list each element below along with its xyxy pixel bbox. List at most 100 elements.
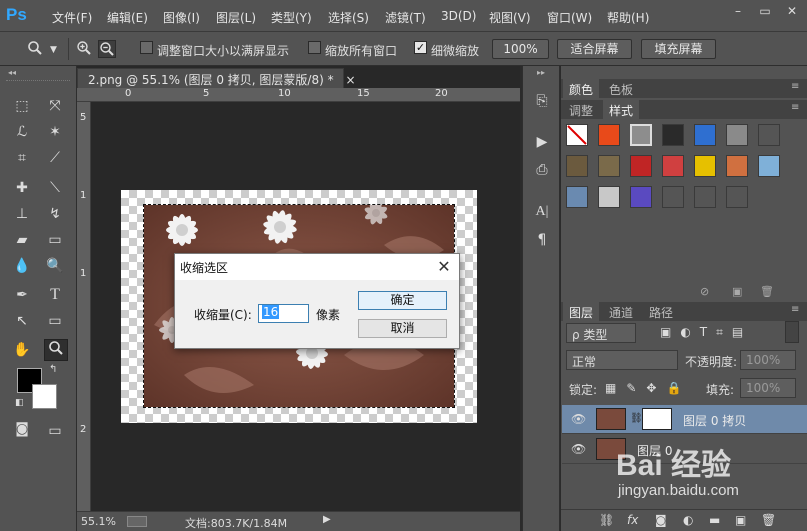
layer-kind-filter[interactable]: ρ 类型 bbox=[566, 323, 636, 343]
document-tab[interactable]: 2.png @ 55.1% (图层 0 拷贝, 图层蒙版/8) * × bbox=[77, 68, 356, 88]
style-swatch[interactable] bbox=[726, 186, 748, 208]
zoom-100-button[interactable]: 100% bbox=[492, 39, 549, 59]
ok-button[interactable]: 确定 bbox=[358, 291, 447, 310]
eyedropper-tool-icon[interactable]: ⟋ bbox=[45, 148, 65, 168]
status-preview-icon[interactable] bbox=[127, 516, 147, 527]
menu-3d[interactable]: 3D(D) bbox=[441, 9, 476, 23]
gradient-tool-icon[interactable]: ▭ bbox=[45, 230, 65, 250]
style-swatch[interactable] bbox=[630, 124, 652, 146]
collapse-panel-icon[interactable]: ◂◂ bbox=[8, 68, 16, 77]
menu-window[interactable]: 窗口(W) bbox=[547, 9, 592, 26]
fill-input[interactable]: 100% bbox=[740, 378, 796, 398]
move-tool-icon[interactable]: ⤧ bbox=[45, 96, 65, 116]
clear-style-icon[interactable]: ⊘ bbox=[700, 285, 709, 298]
style-swatch[interactable] bbox=[758, 124, 780, 146]
blend-mode-select[interactable]: 正常 bbox=[566, 350, 678, 370]
close-document-icon[interactable]: × bbox=[345, 73, 355, 87]
layer-name[interactable]: 图层 0 拷贝 bbox=[683, 412, 746, 429]
zoom-in-icon[interactable] bbox=[75, 40, 93, 58]
healing-brush-tool-icon[interactable]: ✚ bbox=[12, 178, 32, 198]
menu-filter[interactable]: 滤镜(T) bbox=[385, 9, 426, 26]
clone-stamp-tool-icon[interactable]: ⊥ bbox=[12, 204, 32, 224]
style-swatch[interactable] bbox=[662, 186, 684, 208]
menu-file[interactable]: 文件(F) bbox=[52, 9, 92, 26]
panel-menu-icon[interactable]: ≡ bbox=[791, 81, 799, 92]
tab-color[interactable]: 颜色 bbox=[563, 79, 600, 98]
panel-menu-icon[interactable]: ≡ bbox=[791, 102, 799, 113]
layer-name[interactable]: 图层 0 bbox=[637, 442, 672, 459]
style-swatch[interactable] bbox=[566, 186, 588, 208]
history-brush-tool-icon[interactable]: ↯ bbox=[45, 204, 65, 224]
hand-tool-icon[interactable]: ✋ bbox=[12, 340, 32, 360]
menu-image[interactable]: 图像(I) bbox=[163, 9, 200, 26]
actions-panel-icon[interactable]: ▶ bbox=[531, 132, 553, 152]
delete-layer-icon[interactable]: 🗑 bbox=[761, 513, 776, 527]
tab-adjustments[interactable]: 调整 bbox=[563, 100, 599, 119]
lock-icons[interactable]: ▦✎✥🔒 bbox=[605, 381, 691, 395]
minimize-button[interactable]: – bbox=[725, 0, 751, 22]
status-menu-arrow-icon[interactable]: ▶ bbox=[323, 514, 331, 525]
eraser-tool-icon[interactable]: ▰ bbox=[12, 230, 32, 250]
add-mask-icon[interactable]: ◙ bbox=[655, 513, 667, 527]
blur-tool-icon[interactable]: 💧 bbox=[12, 256, 32, 276]
background-color-swatch[interactable] bbox=[32, 384, 57, 409]
visibility-eye-icon[interactable]: 👁 bbox=[571, 412, 586, 426]
quick-mask-icon[interactable]: ◙ bbox=[12, 419, 32, 439]
filter-toggle[interactable] bbox=[785, 321, 799, 343]
new-layer-icon[interactable]: ▣ bbox=[735, 513, 746, 527]
new-group-icon[interactable]: ▬ bbox=[709, 513, 720, 527]
crop-tool-icon[interactable]: ⌗ bbox=[12, 148, 32, 168]
tab-styles[interactable]: 样式 bbox=[603, 100, 640, 119]
close-window-button[interactable]: ✕ bbox=[779, 0, 805, 22]
zoom-out-icon[interactable] bbox=[98, 40, 116, 58]
zoom-level[interactable]: 55.1% bbox=[81, 515, 116, 528]
rectangle-tool-icon[interactable]: ▭ bbox=[45, 311, 65, 331]
swap-colors-icon[interactable]: ↰ bbox=[49, 364, 57, 375]
lasso-tool-icon[interactable]: ℒ bbox=[12, 122, 32, 142]
style-swatch[interactable] bbox=[694, 124, 716, 146]
layer-style-icon[interactable]: fx bbox=[627, 513, 638, 527]
type-tool-icon[interactable]: T bbox=[45, 285, 65, 305]
menu-layer[interactable]: 图层(L) bbox=[216, 9, 256, 26]
magic-wand-tool-icon[interactable]: ✶ bbox=[45, 122, 65, 142]
style-swatch[interactable] bbox=[662, 155, 684, 177]
layer-row[interactable]: 👁 图层 0 bbox=[562, 435, 807, 464]
style-swatch[interactable] bbox=[598, 155, 620, 177]
dialog-close-icon[interactable]: ✕ bbox=[433, 256, 455, 278]
layer-mask-thumbnail[interactable] bbox=[642, 408, 672, 430]
restore-button[interactable]: ▭ bbox=[752, 0, 778, 22]
layer-row-selected[interactable]: 👁 ⛓ 图层 0 拷贝 bbox=[562, 405, 807, 434]
style-swatch[interactable] bbox=[758, 155, 780, 177]
style-swatch[interactable] bbox=[694, 186, 716, 208]
zoom-tool-active-icon[interactable] bbox=[44, 339, 68, 361]
tab-channels[interactable]: 通道 bbox=[603, 302, 639, 321]
tool-preset-dropdown-icon[interactable]: ▼ bbox=[50, 45, 57, 55]
menu-view[interactable]: 视图(V) bbox=[489, 9, 531, 26]
brush-tool-icon[interactable]: ⟍ bbox=[45, 178, 65, 198]
opacity-input[interactable]: 100% bbox=[740, 350, 796, 370]
tab-layers[interactable]: 图层 bbox=[563, 302, 600, 321]
zoom-tool-icon[interactable] bbox=[26, 40, 44, 58]
style-swatch[interactable] bbox=[598, 124, 620, 146]
fit-screen-button[interactable]: 适合屏幕 bbox=[557, 39, 632, 59]
cancel-button[interactable]: 取消 bbox=[358, 319, 447, 338]
style-swatch[interactable] bbox=[566, 124, 588, 146]
expand-panels-icon[interactable]: ▸▸ bbox=[537, 68, 545, 77]
visibility-eye-icon[interactable]: 👁 bbox=[571, 442, 586, 456]
style-swatch[interactable] bbox=[726, 124, 748, 146]
mask-link-icon[interactable]: ⛓ bbox=[630, 413, 643, 424]
style-swatch[interactable] bbox=[694, 155, 716, 177]
scrubby-zoom-checkbox[interactable]: ✓ bbox=[414, 41, 427, 54]
screen-mode-icon[interactable]: ▭ bbox=[45, 421, 65, 441]
menu-help[interactable]: 帮助(H) bbox=[607, 9, 649, 26]
character-panel-icon[interactable]: A| bbox=[531, 202, 553, 222]
style-swatch[interactable] bbox=[630, 186, 652, 208]
fill-screen-button[interactable]: 填充屏幕 bbox=[641, 39, 716, 59]
marquee-tool-icon[interactable]: ⬚ bbox=[12, 96, 32, 116]
paragraph-panel-icon[interactable]: ¶ bbox=[531, 230, 553, 250]
default-colors-icon[interactable]: ◧ bbox=[15, 398, 24, 408]
style-swatch[interactable] bbox=[566, 155, 588, 177]
layer-filter-icons[interactable]: ▣◐T⌗▤ bbox=[660, 325, 752, 340]
adjustment-layer-icon[interactable]: ◐ bbox=[683, 513, 693, 527]
menu-edit[interactable]: 编辑(E) bbox=[107, 9, 148, 26]
